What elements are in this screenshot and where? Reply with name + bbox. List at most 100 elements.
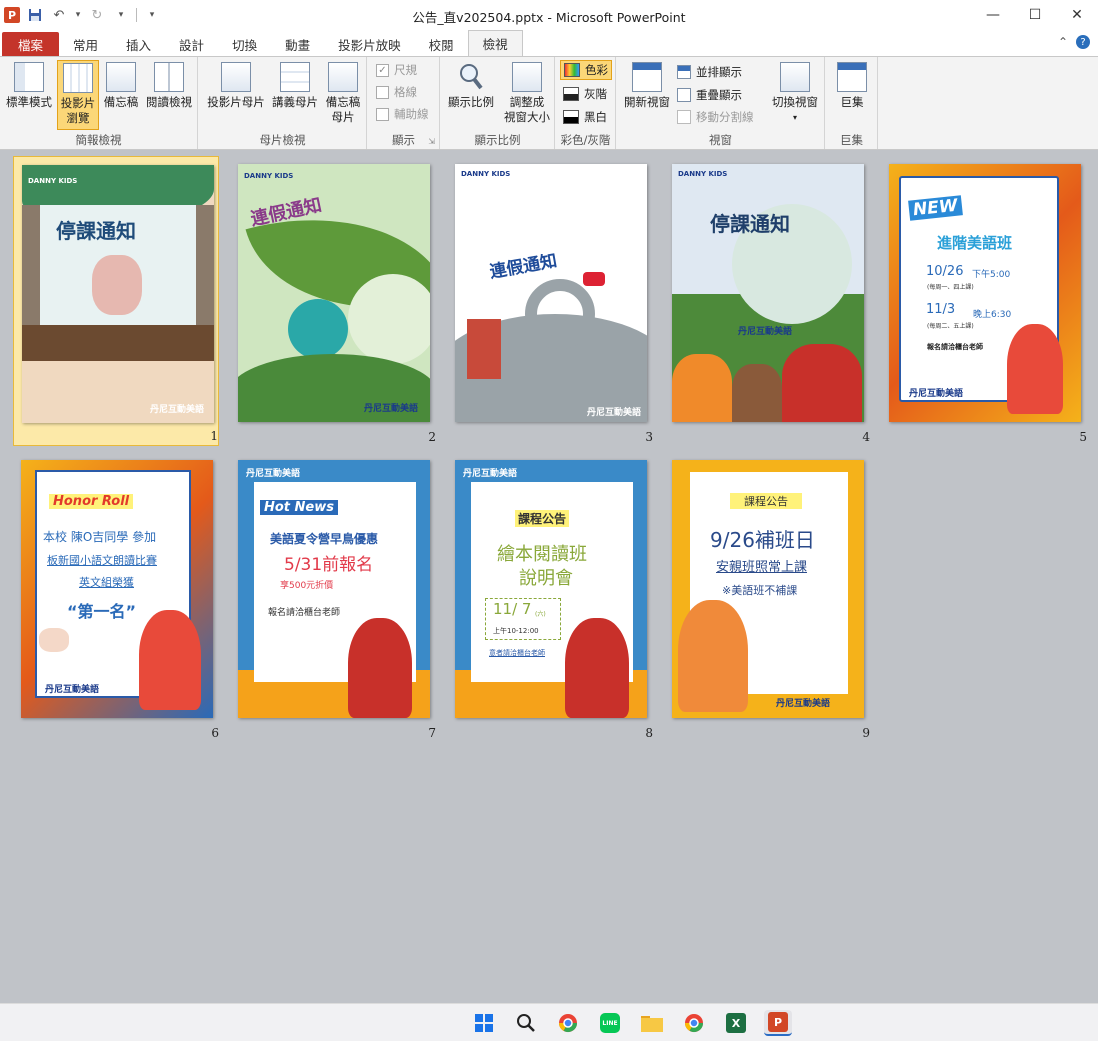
switch-windows-label: 切換視窗 — [772, 95, 818, 109]
grayscale-button[interactable]: 灰階 — [563, 84, 607, 104]
chrome-icon[interactable] — [554, 1010, 582, 1036]
slide-number-1: 1 — [210, 429, 218, 443]
arrange-all-button[interactable]: 並排顯示 — [677, 62, 742, 82]
tab-slideshow[interactable]: 投影片放映 — [324, 32, 415, 56]
slide-7-badge: Hot News — [260, 500, 338, 515]
tab-animations[interactable]: 動畫 — [271, 32, 324, 56]
slide-8-badge: 課程公告 — [515, 510, 570, 527]
reading-view-icon — [154, 62, 184, 92]
slide-thumbnail-8[interactable]: 丹尼互動美語 課程公告 繪本閱讀班 說明會 11/ 7 (六) 上午10-12:… — [447, 452, 653, 742]
switch-windows-button[interactable]: 切換視窗 ▾ — [767, 60, 823, 125]
group-color-grayscale: 色彩 灰階 黑白 彩色/灰階 — [556, 57, 616, 149]
notes-master-button[interactable]: 備忘稿 母片 — [323, 60, 363, 125]
qat-more-icon[interactable]: ▾ — [143, 6, 161, 24]
slide-thumbnail-9[interactable]: 課程公告 9/26補班日 安親班照常上課 ※美語班不補課 丹尼互動美語 9 — [664, 452, 870, 742]
zoom-button[interactable]: 顯示比例 — [445, 60, 497, 110]
slide-9-line-1: 9/26補班日 — [710, 528, 815, 552]
undo-icon[interactable]: ↶ — [50, 6, 68, 24]
slide-5-canvas: NEW 進階美語班 10/26 下午5:00 (每周一、四上課) 11/3 晚上… — [889, 164, 1081, 422]
handout-master-icon — [280, 62, 310, 92]
clapping-hands-illustration — [39, 628, 69, 652]
group-label-macros: 巨集 — [840, 133, 863, 147]
cascade-button[interactable]: 重疊顯示 — [677, 85, 742, 105]
windows-start-icon[interactable] — [470, 1010, 498, 1036]
group-window: 開新視窗 並排顯示 重疊顯示 移動分割線 切換視窗 ▾ 視窗 — [617, 57, 825, 149]
notes-master-label-1: 備忘稿 — [325, 95, 361, 109]
slide-3-brand: 丹尼互動美語 — [586, 408, 641, 418]
normal-view-icon — [14, 62, 44, 92]
taskbar-icons: LINE X P — [470, 1010, 792, 1036]
slide-8-time: 上午10-12:00 — [493, 627, 539, 635]
tab-design[interactable]: 設計 — [165, 32, 218, 56]
guides-label: 輔助線 — [394, 107, 429, 121]
tab-transitions[interactable]: 切換 — [218, 32, 271, 56]
slide-6-canvas: Honor Roll 本校 陳O吉同學 參加 板新國小語文朗讀比賽 英文組榮獲 … — [21, 460, 213, 718]
ruler-checkbox[interactable]: ✓ 尺規 — [376, 60, 417, 80]
gridlines-checkbox[interactable]: 格線 — [376, 82, 417, 102]
slide-thumbnail-6[interactable]: Honor Roll 本校 陳O吉同學 參加 板新國小語文朗讀比賽 英文組榮獲 … — [13, 452, 219, 742]
slide-thumbnail-1[interactable]: DANNY KIDS 停課通知 丹尼互動美語 1 — [13, 156, 219, 446]
move-split-button[interactable]: 移動分割線 — [677, 107, 754, 127]
slide-sorter-workspace: DANNY KIDS 停課通知 丹尼互動美語 1 DANNY KIDS 連假通知… — [0, 151, 1098, 1003]
tab-view[interactable]: 檢視 — [467, 30, 523, 56]
maximize-button[interactable]: ☐ — [1014, 0, 1056, 30]
black-white-button[interactable]: 黑白 — [563, 107, 607, 127]
show-dialog-launcher-icon[interactable]: ⇲ — [428, 137, 435, 146]
slide-master-button[interactable]: 投影片母片 — [205, 60, 267, 110]
tab-insert[interactable]: 插入 — [112, 32, 165, 56]
car-illustration — [583, 272, 605, 286]
slide-9-line-2: 安親班照常上課 — [716, 560, 808, 575]
help-icon[interactable]: ? — [1076, 35, 1090, 49]
quick-access-toolbar: P ↶ ▾ ↻ ▾ ▾ — [0, 0, 161, 30]
undo-dropdown-icon[interactable]: ▾ — [74, 6, 82, 24]
line-app-icon[interactable]: LINE — [596, 1010, 624, 1036]
collapse-ribbon-icon[interactable]: ⌃ — [1058, 35, 1068, 49]
slide-thumbnail-5[interactable]: NEW 進階美語班 10/26 下午5:00 (每周一、四上課) 11/3 晚上… — [881, 156, 1087, 446]
tab-review[interactable]: 校閱 — [415, 32, 468, 56]
notes-page-icon — [106, 62, 136, 92]
fit-to-window-button[interactable]: 調整成 視窗大小 — [501, 60, 553, 125]
fit-to-window-label-2: 視窗大小 — [504, 110, 550, 124]
redo-icon[interactable]: ↻ — [88, 6, 106, 24]
slide-9-badge: 課程公告 — [730, 493, 802, 509]
slide-sorter-button[interactable]: 投影片 瀏覽 — [57, 60, 99, 130]
reading-view-button[interactable]: 閱讀檢視 — [143, 60, 195, 110]
powerpoint-taskbar-icon[interactable]: P — [764, 1010, 792, 1036]
minimize-button[interactable]: — — [972, 0, 1014, 30]
arrange-all-label: 並排顯示 — [696, 65, 742, 79]
save-icon[interactable] — [26, 6, 44, 24]
tab-file[interactable]: 檔案 — [2, 32, 60, 56]
color-button[interactable]: 色彩 — [560, 60, 612, 80]
grayscale-label: 灰階 — [584, 87, 607, 101]
normal-view-button[interactable]: 標準模式 — [4, 60, 54, 110]
slide-4-brand: 丹尼互動美語 — [738, 327, 793, 337]
girl-character-illustration — [348, 618, 412, 718]
slide-thumbnail-3[interactable]: DANNY KIDS 連假通知 丹尼互動美語 3 — [447, 156, 653, 446]
powerpoint-app-icon[interactable]: P — [4, 7, 20, 23]
slide-3-logo: DANNY KIDS — [461, 170, 511, 178]
tab-home[interactable]: 常用 — [59, 32, 112, 56]
window-title: 公告_直v202504.pptx - Microsoft PowerPoint — [412, 10, 686, 25]
slide-2-logo: DANNY KIDS — [244, 172, 294, 180]
move-split-label: 移動分割線 — [696, 110, 754, 124]
close-button[interactable]: ✕ — [1056, 0, 1098, 30]
slide-1-dirt — [22, 325, 214, 361]
slide-thumbnail-2[interactable]: DANNY KIDS 連假通知 丹尼互動美語 2 — [230, 156, 436, 446]
slide-thumbnail-4[interactable]: DANNY KIDS 停課通知 丹尼互動美語 4 — [664, 156, 870, 446]
new-window-button[interactable]: 開新視窗 — [621, 60, 673, 110]
slide-8-date: 11/ 7 — [493, 600, 532, 618]
macros-button[interactable]: 巨集 — [834, 60, 870, 110]
customize-qat-icon[interactable]: ▾ — [112, 6, 130, 24]
chrome-profile-icon[interactable] — [680, 1010, 708, 1036]
search-icon[interactable] — [512, 1010, 540, 1036]
excel-icon[interactable]: X — [722, 1010, 750, 1036]
gridlines-label: 格線 — [394, 85, 417, 99]
zoom-label: 顯示比例 — [448, 95, 494, 109]
guides-checkbox[interactable]: 輔助線 — [376, 104, 429, 124]
slide-5-time-2: 晚上6:30 — [973, 310, 1012, 320]
group-show: ✓ 尺規 格線 輔助線 顯示 ⇲ — [368, 57, 440, 149]
notes-page-button[interactable]: 備忘稿 — [101, 60, 141, 110]
file-explorer-icon[interactable] — [638, 1010, 666, 1036]
slide-thumbnail-7[interactable]: 丹尼互動美語 Hot News 美語夏令營早鳥優惠 5/31前報名 享500元折… — [230, 452, 436, 742]
handout-master-button[interactable]: 講義母片 — [269, 60, 321, 110]
